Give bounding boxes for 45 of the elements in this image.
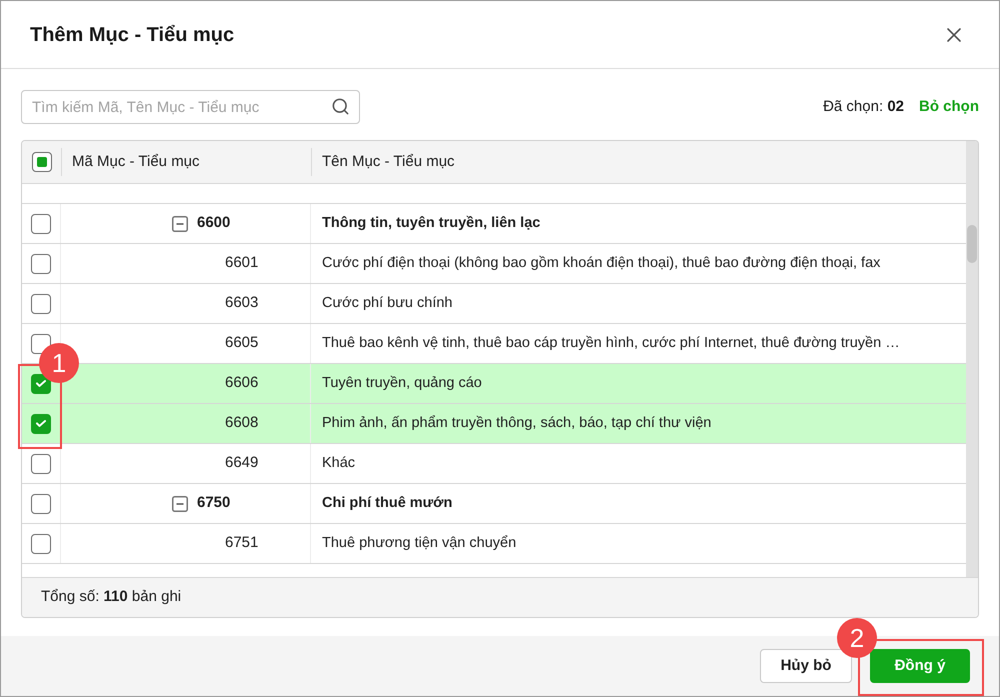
code-cell-text: 6600 (197, 213, 230, 234)
code-cell-text: 6605 (225, 333, 258, 354)
name-cell-text: Khác (322, 454, 356, 473)
checkbox[interactable] (31, 534, 51, 554)
name-cell-text: Thuê bao kênh vệ tinh, thuê bao cáp truyền hình, cước phí Internet, thuê đường truyền … (322, 334, 900, 353)
name-cell-text: Cước phí bưu chính (322, 294, 452, 313)
checkbox[interactable] (31, 254, 51, 274)
name-cell-text: Chi phí thuê mướn (322, 494, 452, 513)
code-cell-text: 6606 (225, 373, 258, 394)
selected-count: Đã chọn: 02 (823, 96, 904, 117)
search-field[interactable]: Tìm kiếm Mã, Tên Mục - Tiểu mục (21, 90, 360, 124)
name-cell-text: Thông tin, tuyên truyền, liên lạc (322, 214, 540, 233)
checkbox[interactable] (31, 214, 51, 234)
checkbox[interactable] (31, 294, 51, 314)
check-icon (36, 420, 46, 427)
column-header: Tên Mục - Tiểu mục (322, 152, 455, 172)
checkbox[interactable] (31, 374, 51, 394)
scrollbar[interactable] (966, 141, 978, 577)
name-cell-text: Tuyên truyền, quảng cáo (322, 374, 482, 393)
code-cell-text: 6751 (225, 533, 258, 554)
window-title: Thêm Mục - Tiểu mục (30, 22, 234, 48)
confirm-button[interactable]: Đồng ý (870, 649, 970, 683)
record-total: Tổng số: 110 bản ghi (41, 587, 182, 608)
checkbox[interactable] (31, 494, 51, 514)
partial-fill-icon (36, 157, 46, 167)
collapse-icon[interactable] (172, 216, 188, 232)
name-cell-text: Thuê phương tiện vận chuyển (322, 534, 516, 553)
column-header: Mã Mục - Tiểu mục (72, 152, 200, 172)
search-icon[interactable] (331, 97, 350, 116)
clear-selection-link[interactable]: Bỏ chọn (919, 96, 979, 118)
step-badge: 2 (837, 618, 877, 658)
collapse-icon[interactable] (172, 496, 188, 512)
code-cell-text: 6750 (197, 493, 230, 514)
checkbox[interactable] (31, 454, 51, 474)
code-cell-text: 6649 (225, 453, 258, 474)
name-cell-text: Phim ảnh, ấn phẩm truyền thông, sách, báo, tạp chí thư viện (322, 414, 712, 433)
checkbox[interactable] (31, 414, 51, 434)
cancel-button[interactable]: Hủy bỏ (760, 649, 852, 683)
checkbox[interactable] (32, 152, 52, 172)
scrollbar-thumb[interactable] (967, 225, 977, 263)
check-icon (36, 380, 46, 387)
code-cell-text: 6603 (225, 293, 258, 314)
code-cell-text: 6601 (225, 253, 258, 274)
code-cell-text: 6608 (225, 413, 258, 434)
name-cell-text: Cước phí điện thoại (không bao gồm khoán điện thoại), thuê bao đường điện thoại, fax (322, 254, 880, 273)
